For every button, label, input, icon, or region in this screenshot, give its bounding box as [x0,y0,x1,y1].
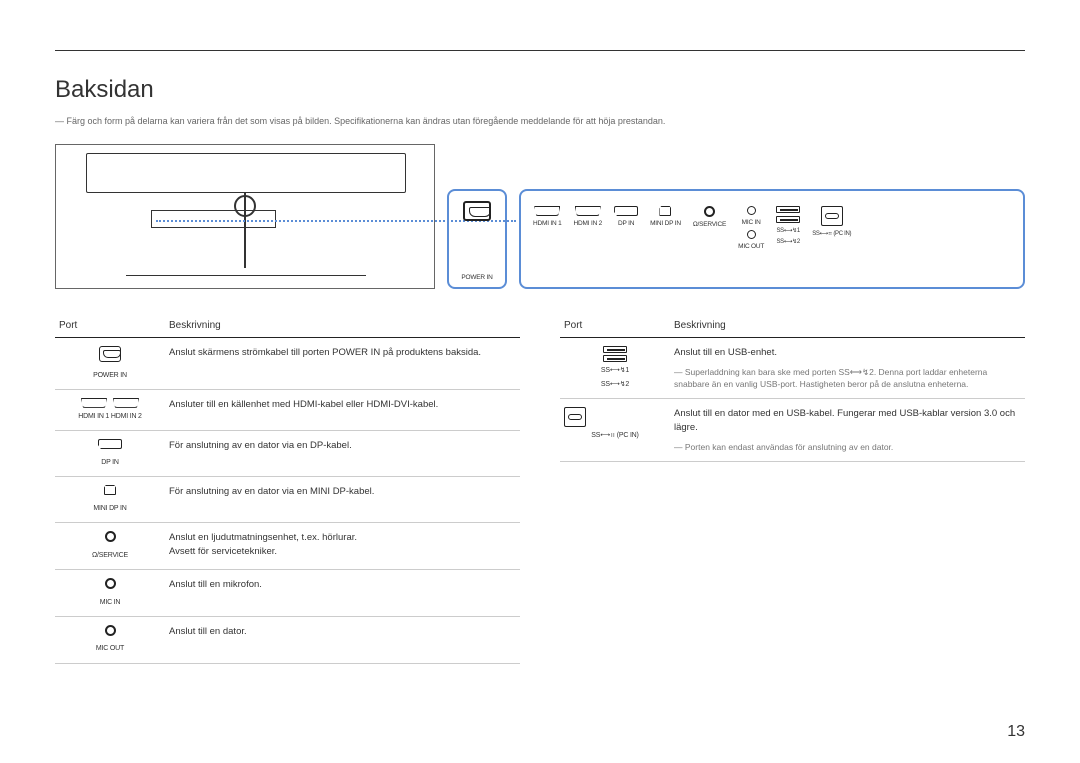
mini-displayport-icon [104,485,116,495]
ports-callout: HDMI IN 1 HDMI IN 2 DP IN MINI DP IN Ω/S… [519,189,1025,289]
cell-label: POWER IN [59,371,161,381]
hdmi-icon [113,398,139,408]
cell-desc: Anslut till en mikrofon. [165,569,520,616]
hdmi-icon [81,398,107,408]
mini-displayport-icon [659,206,671,216]
monitor-rear-diagram [55,144,435,289]
displayport-icon [98,439,122,449]
cell-desc: Anslut en ljudutmatningsenhet, t.ex. hör… [165,522,520,569]
hdmi1-label: HDMI IN 1 [533,220,562,227]
cell-label: MIC IN [59,598,161,608]
power-in-label: POWER IN [461,274,492,281]
table-row: HDMI IN 1 HDMI IN 2 Ansluter till en käl… [55,389,520,430]
sub-note: Superladdning kan bara ske med porten SS… [674,366,1021,391]
cell-desc: Anslut till en dator med en USB-kabel. F… [670,399,1025,462]
displayport-icon [614,206,638,216]
hdmi-icon [575,206,601,216]
th-desc: Beskrivning [165,314,520,338]
usb-a-icon [603,355,627,362]
hdmi-icon [534,206,560,216]
ports-table-right: Port Beskrivning SS⟷↯1 SS⟷↯2 Ansl [560,314,1025,462]
micout-label: MIC OUT [738,243,764,250]
power-callout: POWER IN [447,189,507,289]
sub-note: Porten kan endast användas för anslutnin… [674,441,1021,453]
page-number: 13 [1007,723,1025,741]
table-row: SS⟷⠶ (PC IN) Anslut till en dator med en… [560,399,1025,462]
th-desc: Beskrivning [670,314,1025,338]
mdp-label: MINI DP IN [650,220,681,227]
page-title: Baksidan [55,76,1025,104]
th-port: Port [55,314,165,338]
power-socket-icon [99,346,121,362]
micin-label: MIC IN [742,219,761,226]
usb-a-icon [776,216,800,223]
cell-label: MIC OUT [59,644,161,654]
table-row: MIC OUT Anslut till en dator. [55,616,520,663]
cell-label: SS⟷↯2 [564,380,666,390]
ports-table-left: Port Beskrivning POWER IN Anslut skärmen… [55,314,520,664]
cell-label: SS⟷⠶ (PC IN) [564,431,666,441]
table-row: POWER IN Anslut skärmens strömkabel till… [55,338,520,390]
service-label: Ω/SERVICE [693,221,726,228]
top-rule [55,50,1025,51]
cell-desc: För anslutning av en dator via en MINI D… [165,476,520,522]
th-port: Port [560,314,670,338]
usb-c-icon [564,407,586,427]
ss2-label: SS⟷↯2 [776,238,799,245]
cell-label: HDMI IN 1 HDMI IN 2 [59,412,161,422]
table-row: SS⟷↯1 SS⟷↯2 Anslut till en USB-enhet. Su… [560,338,1025,399]
table-row: MINI DP IN För anslutning av en dator vi… [55,476,520,522]
usb-a-icon [776,206,800,213]
diagram-row: POWER IN HDMI IN 1 HDMI IN 2 DP IN MINI … [55,144,1025,289]
jack-icon [747,230,756,239]
jack-icon [747,206,756,215]
cell-desc: Ansluter till en källenhet med HDMI-kabe… [165,389,520,430]
table-row: DP IN För anslutning av en dator via en … [55,431,520,477]
hdmi2-label: HDMI IN 2 [574,220,603,227]
cell-label: DP IN [59,458,161,468]
spec-change-note: Färg och form på delarna kan variera frå… [55,116,1025,126]
cell-desc: Anslut skärmens strömkabel till porten P… [165,338,520,390]
usb-c-icon [821,206,843,226]
jack-icon [105,625,116,636]
table-row: Ω/SERVICE Anslut en ljudutmatningsenhet,… [55,522,520,569]
cell-desc: Anslut till en dator. [165,616,520,663]
port-tables: Port Beskrivning POWER IN Anslut skärmen… [55,314,1025,664]
jack-icon [105,578,116,589]
headphone-jack-icon [704,206,715,217]
cell-label: Ω/SERVICE [59,551,161,561]
usb-a-icon [603,346,627,353]
cell-desc: Anslut till en USB-enhet. Superladdning … [670,338,1025,399]
dp-label: DP IN [618,220,634,227]
table-row: MIC IN Anslut till en mikrofon. [55,569,520,616]
power-socket-icon [463,201,491,221]
ss1-label: SS⟷↯1 [776,227,799,234]
cell-desc: För anslutning av en dator via en DP-kab… [165,431,520,477]
cell-label: MINI DP IN [59,504,161,514]
pcin-label: SS⟷⠶ (PC IN) [812,230,851,237]
cell-label: SS⟷↯1 [564,366,666,376]
headphone-jack-icon [105,531,116,542]
